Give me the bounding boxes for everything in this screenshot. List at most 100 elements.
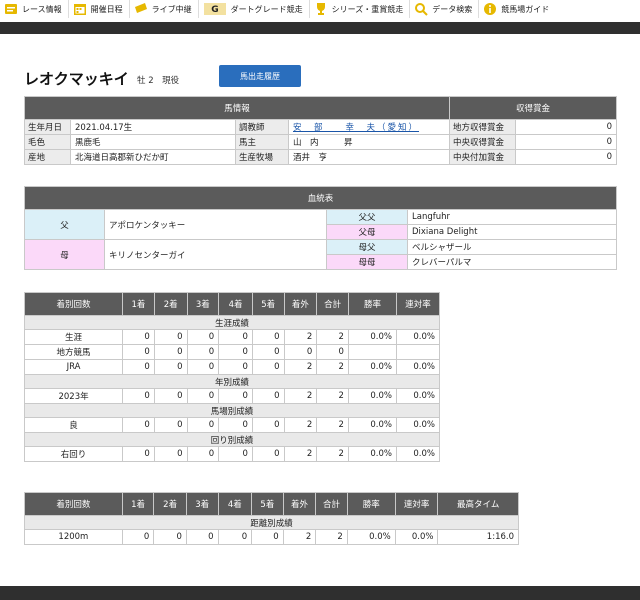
column-header: 着外 — [283, 292, 318, 316]
prize-label: 中央収得賞金 — [449, 134, 517, 150]
owner-label: 馬主 — [235, 134, 289, 150]
trainer-label: 調教師 — [235, 119, 289, 135]
stat-cell: 0 — [251, 329, 285, 345]
section-row: 回り別成績 — [24, 432, 440, 447]
stat-cell: 0.0% — [395, 359, 441, 375]
stat-cell: 0 — [122, 388, 155, 404]
column-header: 連対率 — [395, 292, 441, 316]
top-navigation: レース情報 開催日程 ライブ中継 G ダートグレード競走 シリーズ・重賞競走 デ… — [0, 0, 640, 18]
stat-cell: 0 — [251, 417, 285, 433]
stat-cell: 1:16.0 — [437, 529, 519, 545]
mother-father-label: 母父 — [326, 239, 408, 255]
trainer-link[interactable]: 安 部 幸 夫（愛知） — [287, 119, 451, 135]
stat-cell: 2 — [283, 388, 318, 404]
nav-track-guide[interactable]: 競馬場ガイド — [479, 0, 555, 18]
father-mother-label: 父母 — [326, 224, 408, 240]
section-row: 距離別成績 — [24, 515, 519, 530]
stat-cell: 2 — [316, 446, 349, 462]
birth-date: 2021.04.17生 — [70, 119, 236, 135]
column-header: 最高タイム — [437, 492, 519, 516]
nav-dirt-grade[interactable]: G ダートグレード競走 — [199, 0, 310, 18]
nav-label: レース情報 — [22, 4, 62, 14]
origin-place: 北海道日高郡新ひだか町 — [70, 149, 236, 165]
stat-cell: 0 — [186, 344, 220, 360]
nav-label: 競馬場ガイド — [501, 4, 550, 14]
father-label: 父 — [24, 209, 105, 240]
section-title: 回り別成績 — [24, 432, 440, 447]
nav-label: シリーズ・重賞競走 — [331, 4, 404, 14]
stat-cell: 2 — [283, 329, 318, 345]
horse-info-header: 馬情報 — [23, 96, 451, 120]
stat-cell: 0 — [186, 446, 220, 462]
column-header: 1着 — [121, 492, 155, 516]
stat-cell: 0.0% — [347, 446, 397, 462]
stat-cell: 2 — [283, 417, 318, 433]
stat-cell: 0 — [153, 417, 188, 433]
father-mother-name: Dixiana Delight — [406, 224, 618, 240]
section-title: 年別成績 — [24, 374, 440, 389]
section-title: 馬場別成績 — [24, 403, 440, 418]
coat-color: 黒鹿毛 — [70, 134, 236, 150]
column-header: 勝率 — [347, 292, 397, 316]
nav-data-search[interactable]: データ検索 — [410, 0, 480, 18]
table-row: 1200m 0 0 0 0 0 2 2 0.0% 0.0% 1:16.0 — [24, 529, 519, 545]
ticket-icon — [134, 2, 148, 16]
distance-stats-table: 着別回数 1着 2着 3着 4着 5着 着外 合計 勝率 連対率 最高タイム 距離別成績 1200m 0 0… — [24, 492, 519, 545]
stat-cell: 0.0% — [395, 417, 441, 433]
stat-cell: 0 — [251, 359, 285, 375]
row-label: 右回り — [23, 446, 124, 462]
dirt-grade-logo-icon: G — [203, 2, 227, 16]
prize-value: 0 — [515, 149, 618, 165]
nav-race-info[interactable]: レース情報 — [0, 0, 69, 18]
coat-label: 毛色 — [24, 134, 71, 150]
stat-cell: 0 — [251, 529, 284, 545]
nav-label: 開催日程 — [90, 4, 123, 14]
horse-sex-age-status: 牡 2 現役 — [137, 76, 180, 86]
stat-cell: 0 — [218, 446, 253, 462]
row-label: 1200m — [24, 529, 123, 545]
mother-name: キリノセンターガイ — [104, 239, 327, 270]
section-title: 生涯成績 — [24, 315, 440, 330]
horse-name: レオクマッキイ — [24, 70, 129, 88]
table-row: 良 0 0 0 0 0 2 2 0.0% 0.0% — [23, 417, 441, 433]
nav-live[interactable]: ライブ中継 — [130, 0, 199, 18]
column-header: 1着 — [122, 292, 155, 316]
section-title: 距離別成績 — [24, 515, 519, 530]
column-header: 連対率 — [394, 492, 439, 516]
stat-cell: 0 — [122, 329, 155, 345]
section-row: 生涯成績 — [24, 315, 440, 330]
stat-cell: 0 — [153, 446, 188, 462]
column-header: 着外 — [282, 492, 317, 516]
stat-cell: 2 — [283, 446, 318, 462]
stat-cell: 0 — [186, 417, 220, 433]
race-history-button[interactable]: 馬出走履歴 — [219, 65, 301, 87]
table-row: 生涯 0 0 0 0 0 2 2 0.0% 0.0% — [23, 329, 441, 345]
column-header: 2着 — [153, 492, 187, 516]
nav-series[interactable]: シリーズ・重賞競走 — [310, 0, 411, 18]
father-name: アポロケンタッキー — [104, 209, 327, 240]
mother-father-name: ベルシャザール — [406, 239, 618, 255]
stat-cell: 0.0% — [347, 359, 397, 375]
stat-cell: 0 — [217, 529, 253, 545]
father-father-name: Langfuhr — [406, 209, 618, 225]
row-label: 生涯 — [23, 329, 124, 345]
mother-label: 母 — [24, 239, 105, 270]
row-label: 2023年 — [23, 388, 124, 404]
father-father-label: 父父 — [326, 209, 408, 225]
stat-cell: 0 — [153, 529, 187, 545]
info-icon — [483, 2, 497, 16]
nav-schedule[interactable]: 開催日程 — [69, 0, 130, 18]
prize-value: 0 — [515, 119, 618, 135]
stat-cell: 0 — [186, 388, 220, 404]
stat-cell: 0 — [251, 344, 285, 360]
results-stats-table: 着別回数 1着 2着 3着 4着 5着 着外 合計 勝率 連対率 生涯成績 生涯 0 0 0 0 0 2 2 0.0%… — [23, 292, 441, 462]
header-divider-bar — [0, 22, 640, 34]
column-header: 5着 — [251, 292, 285, 316]
stat-cell: 0 — [251, 388, 285, 404]
column-header: 2着 — [153, 292, 188, 316]
stat-cell: 0.0% — [394, 529, 439, 545]
section-row: 年別成績 — [24, 374, 440, 389]
stat-cell: 2 — [316, 359, 349, 375]
stat-cell: 0 — [122, 344, 155, 360]
stat-cell: 0 — [153, 329, 188, 345]
